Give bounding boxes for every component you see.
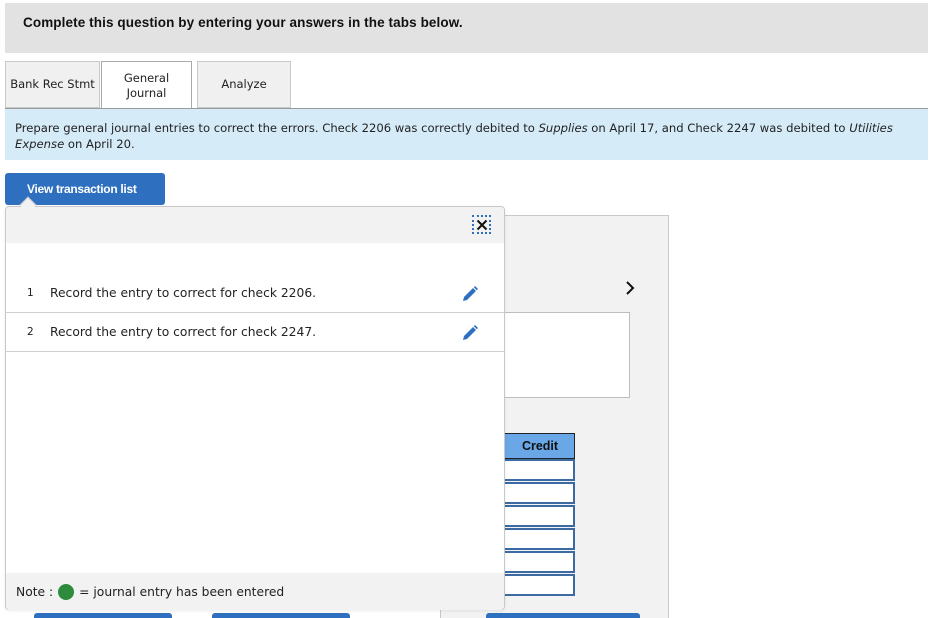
transaction-row[interactable]: 2 Record the entry to correct for check … bbox=[6, 313, 504, 352]
transaction-text: Record the entry to correct for check 22… bbox=[50, 325, 317, 339]
tab-analyze[interactable]: Analyze bbox=[197, 61, 291, 108]
pencil-icon[interactable] bbox=[461, 285, 479, 303]
instruction-emphasis: Supplies bbox=[538, 121, 588, 135]
note-text: = journal entry has been entered bbox=[79, 584, 285, 599]
credit-input[interactable] bbox=[500, 459, 575, 481]
popup-header bbox=[6, 207, 504, 243]
instruction-box: Prepare general journal entries to corre… bbox=[5, 109, 928, 160]
tab-label: Analyze bbox=[221, 77, 267, 91]
instruction-text: on April 17, and Check 2247 was debited … bbox=[587, 121, 850, 135]
transaction-row[interactable]: 1 Record the entry to correct for check … bbox=[6, 274, 504, 313]
credit-input[interactable] bbox=[500, 505, 575, 527]
transaction-number: 1 bbox=[27, 287, 34, 299]
instruction-text: Prepare general journal entries to corre… bbox=[15, 121, 539, 135]
credit-input[interactable] bbox=[500, 574, 575, 596]
tab-label-line1: General bbox=[123, 70, 170, 85]
entered-status-dot-icon bbox=[58, 583, 75, 600]
tab-label-line2: Journal bbox=[126, 85, 167, 100]
credit-input[interactable] bbox=[500, 551, 575, 573]
credit-input[interactable] bbox=[500, 482, 575, 504]
note-label: Note : bbox=[16, 584, 54, 599]
transaction-number: 2 bbox=[27, 326, 34, 338]
credit-input[interactable] bbox=[500, 528, 575, 550]
tab-label: General Journal bbox=[124, 71, 169, 101]
transaction-text: Record the entry to correct for check 22… bbox=[50, 286, 317, 300]
transaction-list-popup: 1 Record the entry to correct for check … bbox=[5, 206, 505, 610]
close-icon[interactable] bbox=[472, 215, 491, 234]
tab-bank-rec-stmt[interactable]: Bank Rec Stmt bbox=[5, 61, 100, 108]
chevron-right-icon[interactable] bbox=[620, 278, 640, 298]
view-general-journal-button[interactable] bbox=[486, 613, 640, 618]
legend-note: Note : = journal entry has been entered bbox=[6, 573, 504, 610]
tab-general-journal[interactable]: General Journal bbox=[101, 61, 192, 109]
question-header: Complete this question by entering your … bbox=[5, 3, 928, 53]
clear-entry-button[interactable] bbox=[212, 613, 350, 618]
pencil-icon[interactable] bbox=[461, 324, 479, 342]
credit-column-header: Credit bbox=[500, 433, 575, 459]
record-entry-button[interactable] bbox=[34, 613, 172, 618]
tab-label: Bank Rec Stmt bbox=[10, 77, 95, 91]
instruction-text: on April 20. bbox=[64, 137, 135, 151]
question-title: Complete this question by entering your … bbox=[23, 15, 463, 30]
